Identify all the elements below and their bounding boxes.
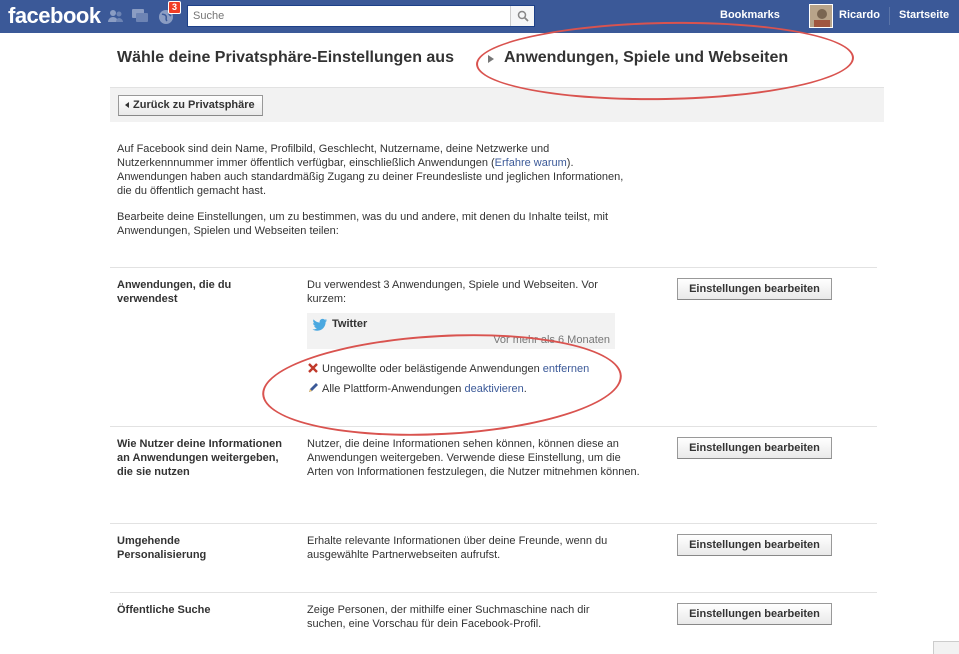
nav-divider: [889, 7, 890, 25]
edit-settings-button-public-search[interactable]: Einstellungen bearbeiten: [677, 603, 832, 625]
search-icon: [517, 10, 529, 22]
section-text-info-via-friends: Nutzer, die deine Informationen sehen kö…: [307, 438, 640, 478]
back-to-privacy-button[interactable]: Zurück zu Privatsphäre: [118, 95, 263, 116]
recent-app-item[interactable]: Twitter Vor mehr als 6 Monaten: [307, 313, 615, 349]
search-input[interactable]: [188, 6, 510, 26]
intro-paragraph-1: Auf Facebook sind dein Name, Profilbild,…: [117, 142, 637, 198]
pencil-icon: [309, 383, 318, 392]
friend-requests-icon[interactable]: [107, 7, 125, 25]
section-text-apps-you-use: Du verwendest 3 Anwendungen, Spiele und …: [307, 279, 598, 305]
disable-apps-row: Alle Plattform-Anwendungen deaktivieren.: [307, 382, 527, 396]
home-link[interactable]: Startseite: [899, 9, 949, 21]
notification-count-badge: 3: [168, 1, 182, 14]
disable-apps-text: Alle Plattform-Anwendungen: [322, 383, 465, 395]
section-divider: [110, 592, 877, 593]
disable-apps-link[interactable]: deaktivieren: [464, 383, 523, 395]
page-title: Anwendungen, Spiele und Webseiten: [504, 49, 789, 66]
remove-apps-text: Ungewollte oder belästigende Anwendungen: [322, 363, 543, 375]
facebook-logo[interactable]: facebook: [8, 3, 101, 29]
top-navigation-bar: facebook 3 Bookmarks Ricardo Startseite: [0, 0, 959, 33]
section-label-public-search: Öffentliche Suche: [117, 604, 211, 616]
section-label-instant-personalization: Umgehende Personalisierung: [117, 535, 207, 561]
intro-text: Auf Facebook sind dein Name, Profilbild,…: [117, 142, 637, 250]
avatar[interactable]: [809, 4, 833, 28]
messages-icon[interactable]: [131, 7, 149, 25]
section-label-apps-you-use: Anwendungen, die du verwendest: [117, 279, 232, 305]
learn-why-link[interactable]: Erfahre warum: [495, 157, 567, 169]
bookmarks-link[interactable]: Bookmarks: [720, 9, 780, 21]
twitter-bird-icon: [312, 318, 327, 331]
back-button-label: Zurück zu Privatsphäre: [133, 99, 255, 111]
intro-text-part: Auf Facebook sind dein Name, Profilbild,…: [117, 143, 550, 169]
search-box: [187, 5, 535, 27]
search-button[interactable]: [510, 6, 534, 26]
intro-paragraph-2: Bearbeite deine Einstellungen, um zu bes…: [117, 211, 609, 237]
remove-x-icon: [308, 363, 318, 373]
profile-name-link[interactable]: Ricardo: [839, 9, 880, 21]
breadcrumb-parent[interactable]: Wähle deine Privatsphäre-Einstellungen a…: [117, 49, 454, 67]
section-divider: [110, 426, 877, 427]
back-arrow-icon: [125, 102, 129, 108]
edit-settings-button-apps[interactable]: Einstellungen bearbeiten: [677, 278, 832, 300]
section-divider: [110, 267, 877, 268]
chat-bar-corner[interactable]: [933, 641, 959, 654]
section-label-info-via-friends: Wie Nutzer deine Informationen an Anwend…: [117, 438, 282, 478]
breadcrumb-arrow-icon: [488, 55, 494, 63]
section-text-public-search: Zeige Personen, der mithilfe einer Suchm…: [307, 604, 590, 630]
disable-apps-punctuation: .: [523, 383, 527, 395]
recent-app-name: Twitter: [332, 318, 368, 330]
edit-settings-button-info-via-friends[interactable]: Einstellungen bearbeiten: [677, 437, 832, 459]
back-bar: Zurück zu Privatsphäre: [110, 87, 884, 122]
remove-apps-row: Ungewollte oder belästigende Anwendungen…: [307, 362, 589, 376]
section-divider: [110, 523, 877, 524]
recent-app-time: Vor mehr als 6 Monaten: [493, 334, 610, 346]
section-text-instant-personalization: Erhalte relevante Informationen über dei…: [307, 535, 608, 561]
remove-apps-link[interactable]: entfernen: [543, 363, 589, 375]
edit-settings-button-instant-personalization[interactable]: Einstellungen bearbeiten: [677, 534, 832, 556]
